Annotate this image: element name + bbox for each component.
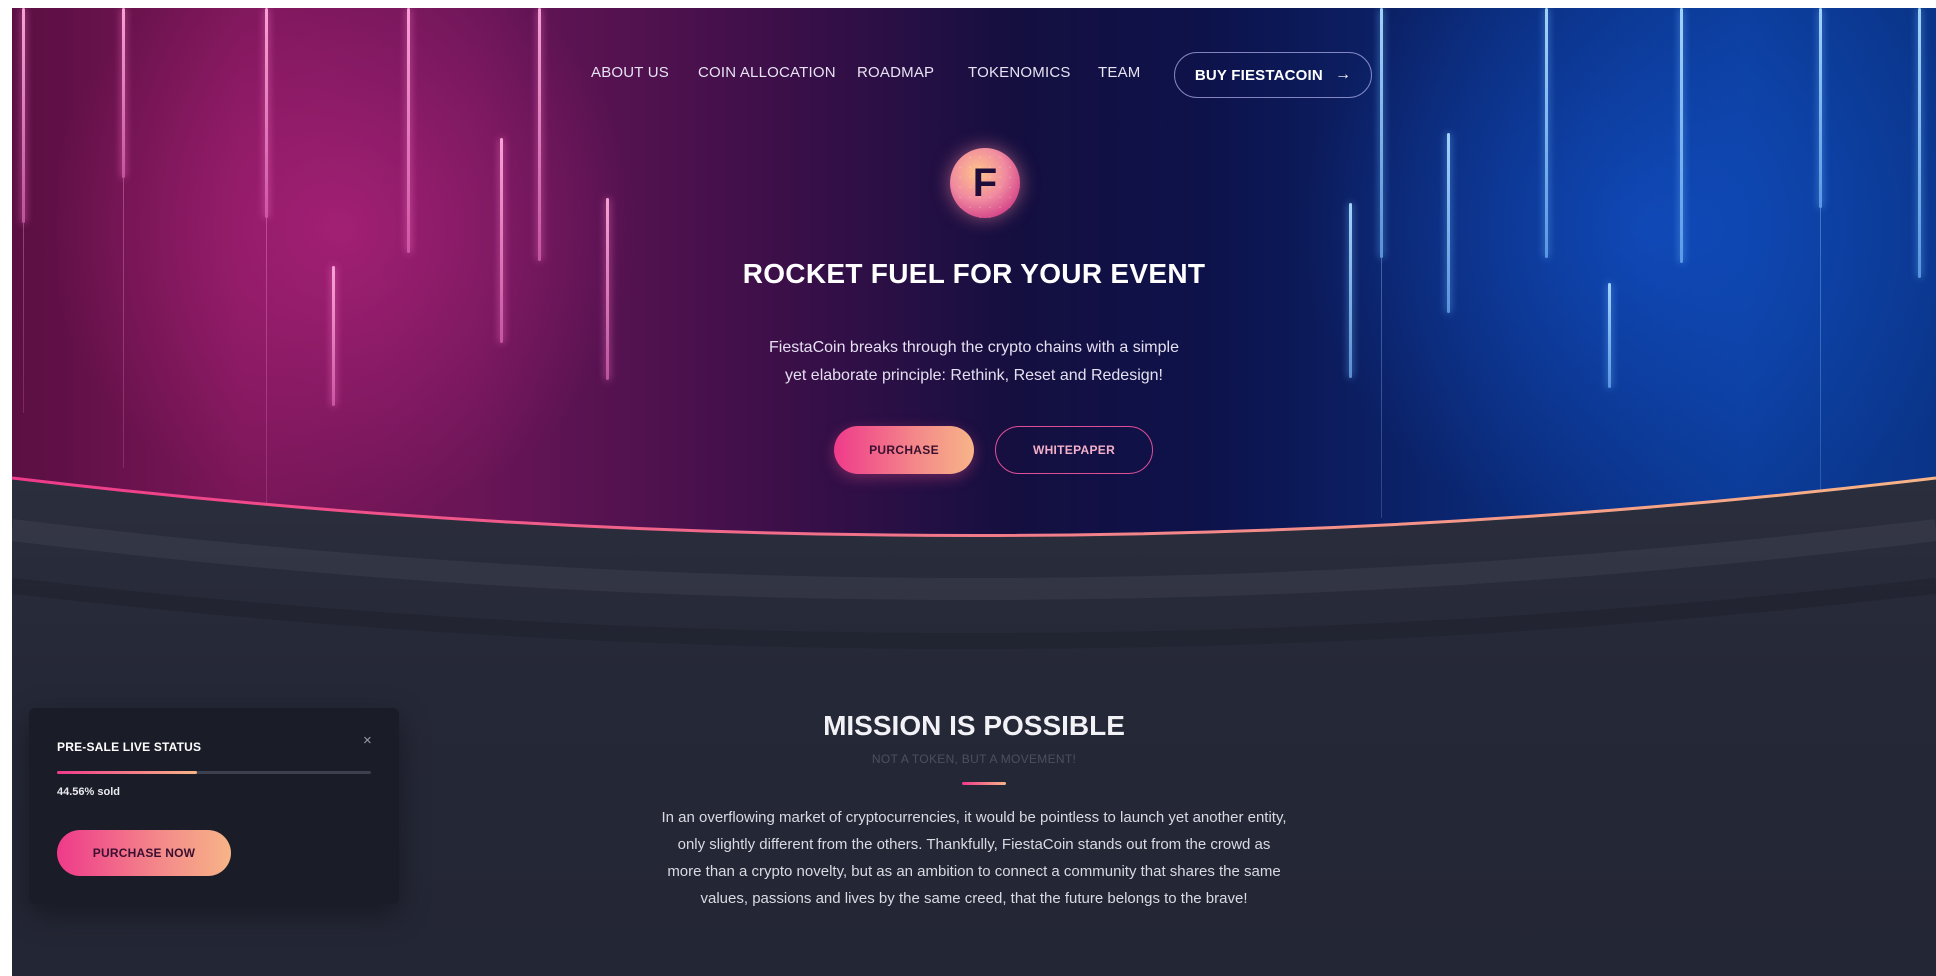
mission-divider — [962, 782, 1006, 785]
presale-status-widget: PRE-SALE LIVE STATUS × 44.56% sold PURCH… — [29, 708, 399, 904]
presale-progress-bar — [57, 771, 371, 774]
purchase-now-button[interactable]: PURCHASE NOW — [57, 830, 231, 876]
mission-text-line: values, passions and lives by the same c… — [700, 890, 1248, 907]
nav-team[interactable]: TEAM — [1098, 64, 1140, 81]
hero-title: ROCKET FUEL FOR YOUR EVENT — [742, 258, 1206, 289]
nav-roadmap[interactable]: ROADMAP — [857, 64, 934, 81]
presale-progress-fill — [57, 771, 197, 774]
whitepaper-button[interactable]: WHITEPAPER — [995, 426, 1153, 474]
nav-about-us[interactable]: ABOUT US — [591, 64, 669, 81]
buy-fiestacoin-label: BUY FIESTACOIN — [1194, 66, 1323, 84]
nav-coin-allocation[interactable]: COIN ALLOCATION — [698, 64, 836, 81]
presale-sold-text: 44.56% sold — [57, 786, 120, 798]
hero-description-line: FiestaCoin breaks through the crypto cha… — [769, 339, 1179, 356]
hero-description: FiestaCoin breaks through the crypto cha… — [12, 334, 1936, 390]
logo-letter: F — [972, 160, 998, 205]
nav-tokenomics[interactable]: TOKENOMICS — [968, 64, 1071, 81]
mission-text-line: more than a crypto novelty, but as an am… — [667, 863, 1281, 880]
arrow-right-icon: → — [1334, 66, 1352, 83]
page: ABOUT US COIN ALLOCATION ROADMAP TOKENOM… — [12, 8, 1936, 976]
mission-text-line: In an overflowing market of cryptocurren… — [661, 809, 1287, 826]
hero-description-line: yet elaborate principle: Rethink, Reset … — [785, 367, 1163, 384]
buy-fiestacoin-button[interactable]: BUY FIESTACOIN → — [1174, 52, 1372, 98]
presale-title: PRE-SALE LIVE STATUS — [57, 740, 202, 754]
purchase-button[interactable]: PURCHASE — [834, 426, 974, 474]
top-nav: ABOUT US COIN ALLOCATION ROADMAP TOKENOM… — [12, 52, 1936, 98]
fiestacoin-logo: F — [950, 148, 1020, 218]
mission-text-line: only slightly different from the others.… — [677, 836, 1271, 853]
close-icon[interactable]: × — [363, 732, 372, 749]
